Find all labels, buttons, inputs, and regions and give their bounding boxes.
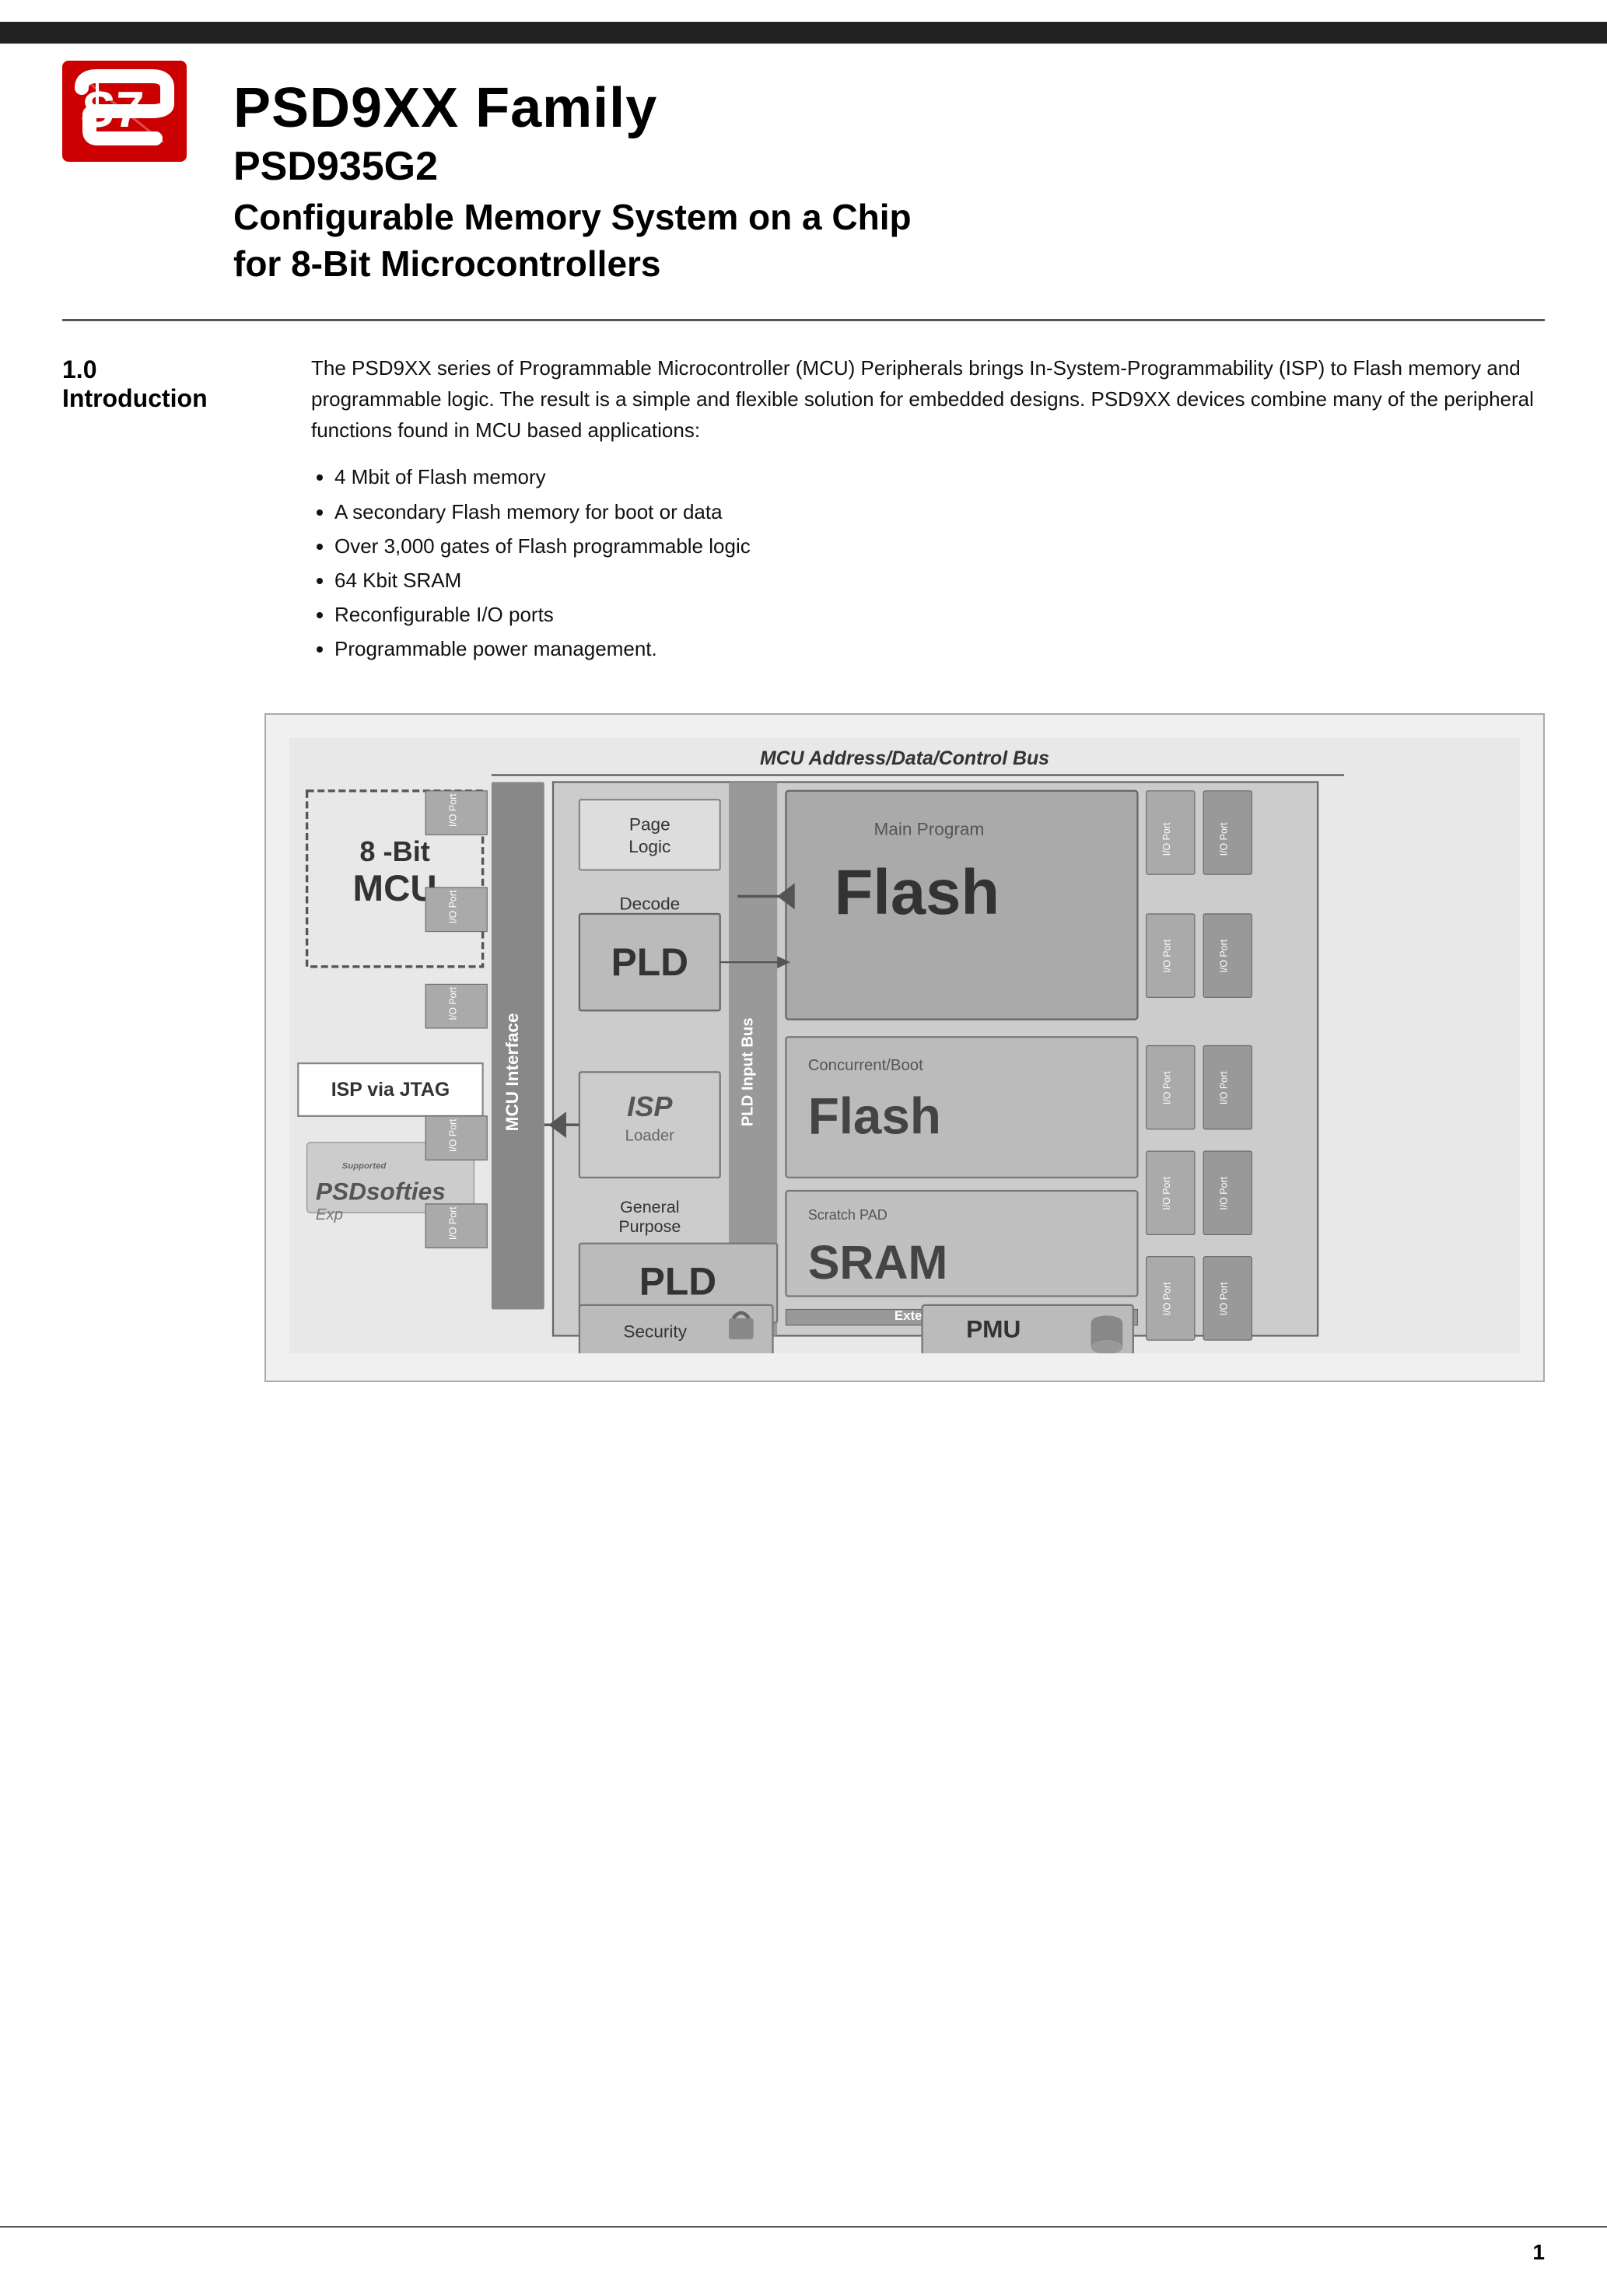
svg-text:Main Program: Main Program — [874, 819, 984, 838]
block-diagram: MCU Address/Data/Control Bus 8 -Bit MCU … — [264, 713, 1545, 1382]
header: S7 PSD9XX Family PSD935G2 Configurable M… — [0, 22, 1607, 303]
svg-text:PSDsofties: PSDsofties — [316, 1177, 446, 1205]
title-area: PSD9XX Family PSD935G2 Configurable Memo… — [233, 53, 912, 288]
svg-text:I/O Port: I/O Port — [1219, 822, 1230, 856]
st-logo: S7 — [62, 61, 187, 162]
svg-text:Exp: Exp — [316, 1206, 343, 1223]
desc-title: Configurable Memory System on a Chipfor … — [233, 194, 912, 288]
section-number: 1.0 — [62, 355, 264, 384]
svg-text:Page: Page — [629, 814, 670, 834]
svg-text:Security: Security — [623, 1321, 687, 1341]
svg-text:Concurrent/Boot: Concurrent/Boot — [808, 1057, 923, 1074]
svg-text:Flash: Flash — [835, 857, 1000, 928]
main-title: PSD9XX Family — [233, 76, 912, 140]
svg-text:ISP: ISP — [627, 1090, 673, 1122]
svg-text:I/O Port: I/O Port — [448, 986, 459, 1020]
svg-text:Logic: Logic — [628, 837, 670, 856]
svg-text:I/O Port: I/O Port — [1161, 939, 1172, 972]
svg-text:I/O Port: I/O Port — [1161, 1282, 1172, 1315]
section-body: The PSD9XX series of Programmable Microc… — [311, 352, 1545, 667]
svg-text:I/O Port: I/O Port — [448, 890, 459, 923]
introduction-section: 1.0 Introduction The PSD9XX series of Pr… — [0, 321, 1607, 698]
svg-text:I/O Port: I/O Port — [1219, 939, 1230, 972]
list-item: 64 Kbit SRAM — [334, 563, 1545, 597]
feature-list: 4 Mbit of Flash memory A secondary Flash… — [311, 460, 1545, 666]
svg-text:I/O Port: I/O Port — [448, 1206, 459, 1239]
svg-text:Flash: Flash — [808, 1087, 941, 1144]
intro-paragraph: The PSD9XX series of Programmable Microc… — [311, 352, 1545, 446]
svg-text:Scratch PAD: Scratch PAD — [808, 1207, 888, 1223]
list-item: Reconfigurable I/O ports — [334, 597, 1545, 632]
section-name: Introduction — [62, 384, 264, 413]
svg-text:Supported: Supported — [342, 1161, 387, 1171]
svg-text:MCU Interface: MCU Interface — [502, 1013, 522, 1131]
list-item: Programmable power management. — [334, 632, 1545, 666]
svg-text:General: General — [620, 1198, 679, 1216]
svg-text:ISP via JTAG: ISP via JTAG — [331, 1079, 450, 1101]
svg-text:I/O Port: I/O Port — [1219, 1070, 1230, 1104]
section-label: 1.0 Introduction — [62, 352, 264, 667]
list-item: 4 Mbit of Flash memory — [334, 460, 1545, 494]
diagram-svg: MCU Address/Data/Control Bus 8 -Bit MCU … — [289, 738, 1520, 1353]
svg-text:I/O Port: I/O Port — [1161, 822, 1172, 856]
svg-text:SRAM: SRAM — [808, 1236, 948, 1289]
footer: 1 — [0, 2226, 1607, 2265]
svg-text:8 -Bit: 8 -Bit — [359, 835, 429, 867]
svg-text:PLD: PLD — [611, 940, 688, 984]
svg-text:PMU: PMU — [966, 1314, 1021, 1342]
bus-label: MCU Address/Data/Control Bus — [760, 747, 1049, 769]
sub-title: PSD935G2 — [233, 143, 912, 190]
svg-text:PLD Input Bus: PLD Input Bus — [740, 1017, 757, 1126]
svg-text:I/O Port: I/O Port — [1219, 1282, 1230, 1315]
list-item: A secondary Flash memory for boot or dat… — [334, 495, 1545, 529]
svg-text:PLD: PLD — [639, 1259, 716, 1303]
svg-text:I/O Port: I/O Port — [1161, 1070, 1172, 1104]
svg-text:I/O Port: I/O Port — [1161, 1176, 1172, 1209]
logo-area: S7 — [62, 53, 187, 162]
svg-text:Loader: Loader — [625, 1127, 675, 1144]
svg-text:Purpose: Purpose — [618, 1217, 681, 1236]
svg-text:Decode: Decode — [619, 894, 680, 913]
page-number: 1 — [1532, 2240, 1545, 2265]
svg-text:S7: S7 — [79, 81, 145, 138]
svg-text:I/O Port: I/O Port — [1219, 1176, 1230, 1209]
list-item: Over 3,000 gates of Flash programmable l… — [334, 529, 1545, 563]
top-bar — [0, 22, 1607, 44]
svg-text:I/O Port: I/O Port — [448, 1118, 459, 1151]
svg-text:MCU: MCU — [353, 868, 437, 909]
svg-text:I/O Port: I/O Port — [448, 793, 459, 826]
